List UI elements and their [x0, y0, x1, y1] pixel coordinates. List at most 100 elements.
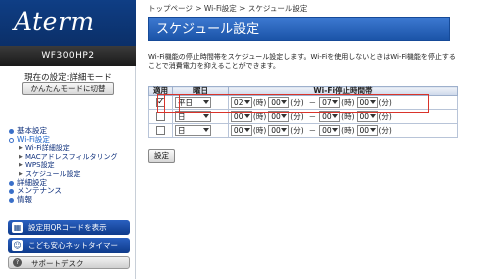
chevron-down-icon: [281, 100, 288, 104]
day-select[interactable]: 日: [175, 125, 211, 136]
start-hour-select[interactable]: 00: [230, 111, 252, 122]
day-cell: 平日: [172, 95, 229, 110]
model-name: WF300HP2: [0, 46, 136, 66]
start-minute-select[interactable]: 00: [268, 97, 290, 108]
support-desk-button[interactable]: ? サポートデスク: [8, 256, 130, 269]
chevron-down-icon: [281, 114, 288, 118]
select-value: 日: [178, 112, 186, 121]
bullet-icon: [9, 137, 14, 143]
range-separator: －: [308, 98, 317, 107]
kids-timer-button[interactable]: ☺ こども安心ネットタイマー: [8, 238, 130, 253]
apply-cell: [148, 123, 173, 138]
range-separator: －: [308, 126, 317, 135]
chevron-down-icon: [203, 114, 209, 118]
chevron-down-icon: [332, 128, 339, 132]
time-cell: 00 (時) 00 (分) － 00 (時) 00 (分): [227, 109, 459, 124]
chevron-down-icon: [369, 114, 376, 118]
aterm-logo[interactable]: Aterm: [0, 0, 136, 46]
chevron-down-icon: [243, 100, 250, 104]
arrow-right-icon: ▶: [19, 145, 23, 152]
end-hour-select[interactable]: 00: [319, 111, 341, 122]
schedule-table: 適用 曜日 Wi-Fi停止時間帯 平日 02 (時) 00 (分) － 07 (時) 00 (分)…: [148, 86, 459, 138]
chevron-down-icon: [203, 100, 209, 104]
unit-label: (分): [378, 98, 392, 107]
chevron-down-icon: [369, 100, 376, 104]
select-value: 00: [359, 112, 370, 121]
chevron-down-icon: [243, 128, 250, 132]
qr-code-icon: ▦: [12, 222, 23, 233]
unit-label: (分): [290, 98, 304, 107]
child-icon: ☺: [12, 240, 23, 251]
sidebar-item-label: Wi-Fi設定: [17, 134, 50, 144]
apply-checkbox[interactable]: [156, 126, 165, 135]
sidebar-item-label: WPS設定: [25, 161, 55, 170]
start-minute-select[interactable]: 00: [268, 111, 290, 122]
sidebar-item-4[interactable]: ▶ WPS設定: [8, 161, 134, 170]
sidebar-item-label: 情報: [17, 194, 32, 204]
unit-label: (分): [290, 126, 304, 135]
bullet-icon: [9, 189, 14, 195]
unit-label: (時): [252, 98, 267, 107]
main-content: トップページ > Wi-Fi設定 > スケジュール設定 スケジュール設定 Wi-…: [137, 0, 500, 279]
sidebar-item-label: MACアドレスフィルタリング: [25, 152, 118, 161]
start-hour-select[interactable]: 00: [230, 125, 252, 136]
time-cell: 00 (時) 00 (分) － 00 (時) 00 (分): [227, 123, 459, 138]
show-qr-code-button[interactable]: ▦ 設定用QRコードを表示: [8, 220, 130, 235]
select-value: 平日: [178, 98, 193, 107]
select-value: 07: [322, 98, 332, 107]
day-select[interactable]: 日: [175, 111, 211, 122]
sidebar-item-1[interactable]: Wi-Fi設定: [8, 134, 134, 145]
arrow-right-icon: ▶: [19, 153, 23, 160]
unit-label: (時): [341, 112, 355, 121]
unit-label: (分): [378, 126, 392, 135]
apply-column-header: 適用: [148, 86, 173, 96]
select-value: 00: [233, 112, 244, 121]
support-button-label: サポートデスク: [31, 259, 84, 268]
time-cell: 02 (時) 00 (分) － 07 (時) 00 (分): [227, 95, 459, 110]
select-value: 日: [178, 126, 186, 135]
unit-label: (分): [378, 112, 392, 121]
unit-label: (時): [341, 126, 355, 135]
end-hour-select[interactable]: 00: [319, 125, 341, 136]
chevron-down-icon: [281, 128, 288, 132]
select-value: 00: [359, 98, 370, 107]
bullet-icon: [9, 197, 14, 203]
set-button[interactable]: 設定: [148, 149, 175, 163]
end-hour-select[interactable]: 07: [319, 97, 341, 108]
support-icon: ?: [13, 258, 22, 267]
end-minute-select[interactable]: 00: [356, 97, 378, 108]
start-minute-select[interactable]: 00: [268, 125, 290, 136]
schedule-row: 日 00 (時) 00 (分) － 00 (時) 00 (分): [148, 123, 459, 138]
select-value: 00: [233, 126, 244, 135]
sidebar-item-2[interactable]: ▶ Wi-Fi詳細設定: [8, 144, 134, 153]
day-cell: 日: [172, 123, 229, 138]
qr-button-label: 設定用QRコードを表示: [28, 223, 107, 232]
side-nav: 基本設定 Wi-Fi設定 ▶ Wi-Fi詳細設定 ▶ MACアドレスフィルタリング ▶ WPS…: [8, 126, 134, 205]
day-cell: 日: [172, 109, 229, 124]
apply-checkbox[interactable]: [156, 97, 165, 107]
end-minute-select[interactable]: 00: [356, 111, 378, 122]
chevron-down-icon: [332, 100, 339, 104]
select-value: 00: [271, 98, 281, 107]
apply-checkbox[interactable]: [156, 112, 165, 121]
end-minute-select[interactable]: 00: [356, 125, 378, 136]
chevron-down-icon: [369, 128, 376, 132]
select-value: 00: [322, 112, 332, 121]
select-value: 00: [359, 126, 370, 135]
breadcrumb[interactable]: トップページ > Wi-Fi設定 > スケジュール設定: [148, 3, 307, 14]
switch-easy-mode-button[interactable]: かんたんモードに切替: [22, 82, 114, 95]
unit-label: (分): [290, 112, 304, 121]
sidebar-item-label: Wi-Fi詳細設定: [25, 144, 70, 153]
apply-cell: [148, 95, 173, 110]
logo-text: Aterm: [14, 7, 95, 36]
schedule-row: 日 00 (時) 00 (分) － 00 (時) 00 (分): [148, 109, 459, 124]
select-value: 00: [271, 112, 281, 121]
day-select[interactable]: 平日: [175, 97, 211, 108]
sidebar-item-8[interactable]: 情報: [8, 194, 134, 205]
select-value: 00: [271, 126, 281, 135]
start-hour-select[interactable]: 02: [230, 97, 252, 108]
page-title: スケジュール設定: [148, 17, 450, 41]
day-column-header: 曜日: [172, 86, 229, 96]
page-description: Wi-Fi機能の停止時間帯をスケジュール設定します。Wi-Fiを使用しないときは…: [148, 53, 456, 70]
select-value: 02: [233, 98, 244, 107]
